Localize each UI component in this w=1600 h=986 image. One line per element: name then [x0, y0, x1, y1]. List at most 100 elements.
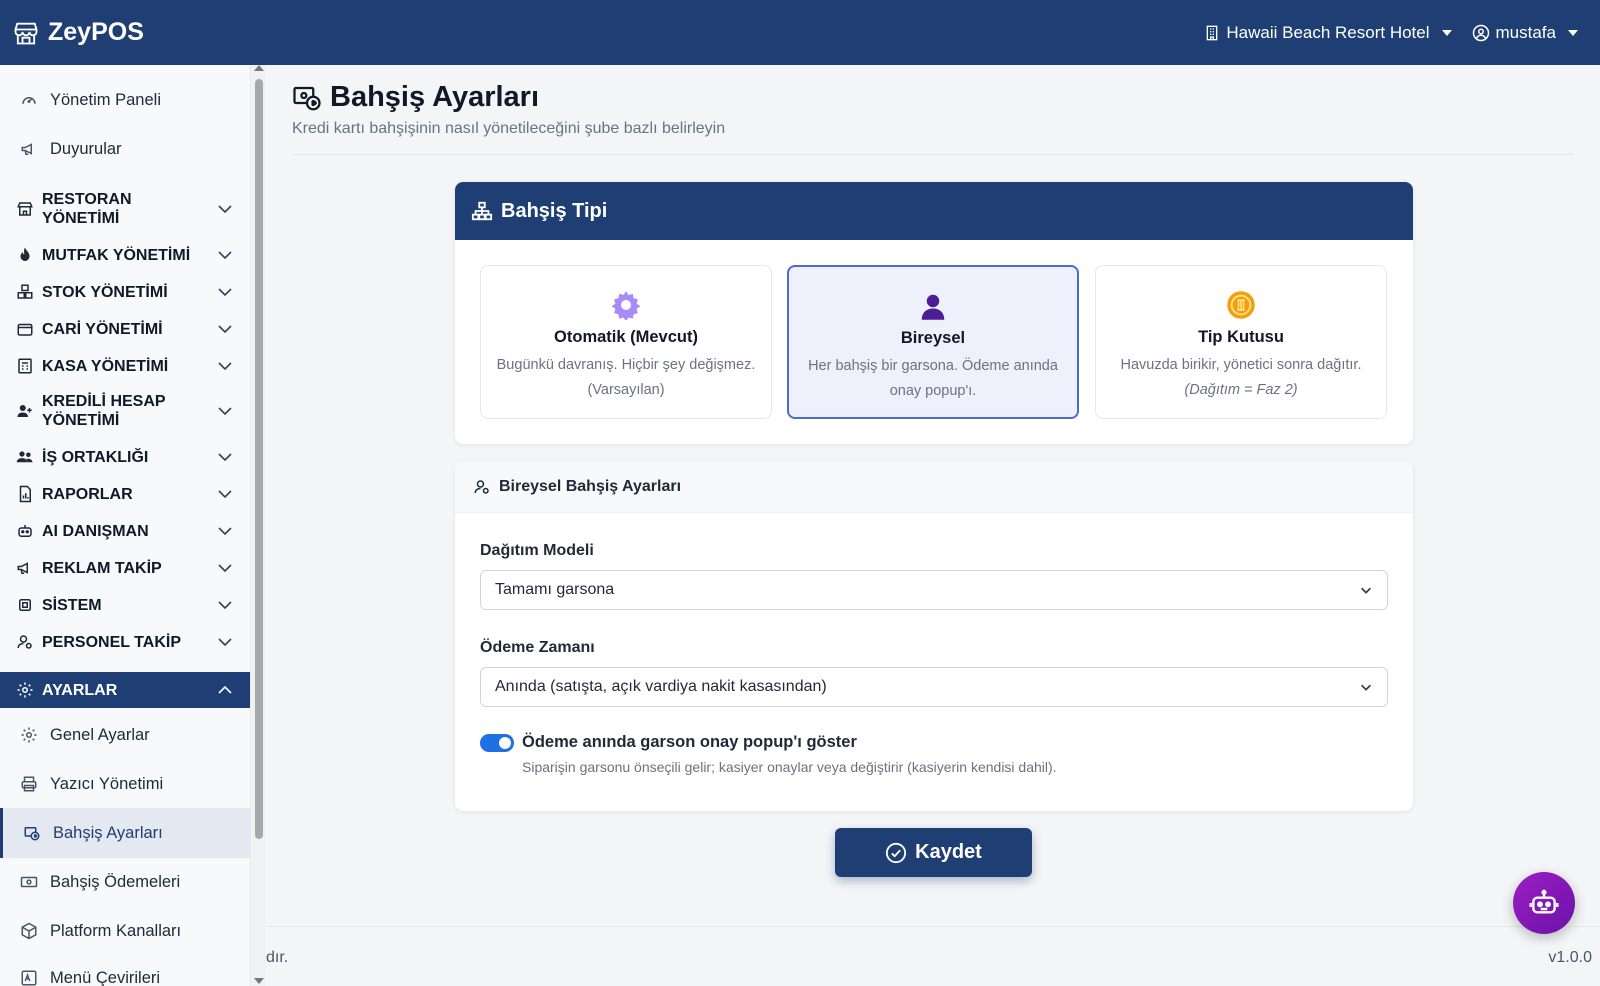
chevron-down-icon	[218, 527, 232, 536]
wallet-icon	[17, 323, 33, 336]
payment-time-select[interactable]: Anında (satışta, açık vardiya nakit kasa…	[480, 667, 1388, 707]
sidebar-item-menu-translations[interactable]: Menü Çevirileri	[0, 953, 250, 986]
sidebar-group-label: AI DANIŞMAN	[42, 522, 149, 540]
robot-icon	[1529, 889, 1559, 914]
sidebar-group-ad-tracking[interactable]: REKLAM TAKİP	[0, 555, 250, 581]
sidebar-group-label: KASA YÖNETİMİ	[42, 357, 169, 375]
sidebar-group-settings[interactable]: AYARLAR	[0, 672, 250, 708]
tip-settings-icon	[293, 86, 321, 110]
waiter-popup-help-text: Siparişin garsonu önseçili gelir; kasiye…	[522, 759, 1057, 775]
waiter-popup-toggle[interactable]	[480, 733, 514, 752]
tip-option-title: Otomatik (Mevcut)	[554, 328, 698, 346]
report-icon	[19, 485, 31, 503]
scroll-up-icon[interactable]	[254, 65, 264, 71]
chevron-down-icon	[218, 251, 232, 260]
sidebar-item-tip-settings[interactable]: Bahşiş Ayarları	[0, 808, 250, 858]
cpu-icon	[19, 599, 31, 611]
save-button-label: Kaydet	[915, 841, 982, 863]
sidebar-item-announcements[interactable]: Duyurular	[0, 124, 250, 174]
tip-type-card: Bahşiş Tipi Otomatik (Mevcut) Bugünkü da…	[455, 182, 1413, 444]
user-gear-icon	[474, 479, 489, 494]
sidebar-group-label: AYARLAR	[42, 681, 118, 699]
sidebar-group-kitchen[interactable]: MUTFAK YÖNETİMİ	[0, 242, 250, 268]
main-content: Bahşiş Ayarları Kredi kartı bahşişinin n…	[266, 65, 1600, 926]
user-credit-icon	[17, 405, 32, 417]
sidebar-group-cashbox[interactable]: KASA YÖNETİMİ	[0, 353, 250, 379]
chevron-down-icon	[218, 407, 232, 416]
calculator-icon	[18, 358, 32, 374]
sidebar-group-system[interactable]: SİSTEM	[0, 592, 250, 618]
tip-option-title: Bireysel	[900, 329, 966, 347]
megaphone-icon	[17, 562, 28, 574]
page-title-text: Bahşiş Ayarları	[330, 81, 540, 113]
chevron-down-icon	[1361, 684, 1371, 691]
boxes-icon	[17, 284, 33, 299]
tip-settings-icon	[24, 827, 40, 841]
tip-option-desc-line1: Her bahşiş bir garsona. Ödeme anında	[808, 358, 1058, 374]
tip-option-automatic[interactable]: Otomatik (Mevcut) Bugünkü davranış. Hiçb…	[480, 265, 772, 419]
sidebar-group-ai-advisor[interactable]: AI DANIŞMAN	[0, 518, 250, 544]
chevron-down-icon	[218, 288, 232, 297]
sidebar-group-accounts[interactable]: CARİ YÖNETİMİ	[0, 316, 250, 342]
gear-icon	[611, 291, 641, 320]
sidebar-group-partnership[interactable]: İŞ ORTAKLIĞI	[0, 444, 250, 470]
sidebar-item-label: Platform Kanalları	[50, 921, 182, 940]
sidebar-item-label: Duyurular	[50, 139, 122, 158]
robot-icon	[18, 525, 32, 537]
tip-option-tip-box[interactable]: Tip Kutusu Havuzda birikir, yönetici son…	[1095, 265, 1387, 419]
ai-assistant-button[interactable]	[1513, 872, 1575, 934]
sidebar-group-reports[interactable]: RAPORLAR	[0, 481, 250, 507]
chevron-down-icon	[218, 490, 232, 499]
sidebar-item-dashboard[interactable]: Yönetim Paneli	[0, 75, 250, 125]
tip-option-individual[interactable]: Bireysel Her bahşiş bir garsona. Ödeme a…	[787, 265, 1079, 419]
scroll-down-icon[interactable]	[254, 978, 264, 984]
scrollbar-thumb[interactable]	[255, 79, 263, 839]
sidebar-group-stock[interactable]: STOK YÖNETİMİ	[0, 279, 250, 305]
user-dropdown[interactable]: mustafa	[1472, 23, 1578, 43]
sidebar-item-tip-payments[interactable]: Bahşiş Ödemeleri	[0, 857, 250, 907]
user-name: mustafa	[1495, 22, 1556, 42]
payment-time-value: Anında (satışta, açık vardiya nakit kasa…	[495, 678, 827, 695]
sidebar-group-credit-accounts[interactable]: KREDİLİ HESAP YÖNETİMİ	[0, 390, 250, 432]
sidebar-group-label: CARİ YÖNETİMİ	[42, 320, 163, 338]
sidebar-item-label: Menü Çevirileri	[50, 968, 161, 986]
sidebar-item-printer-management[interactable]: Yazıcı Yönetimi	[0, 759, 250, 809]
distribution-model-select[interactable]: Tamamı garsona	[480, 570, 1388, 610]
distribution-model-value: Tamamı garsona	[495, 581, 615, 598]
brand-logo[interactable]: ZeyPOS	[12, 18, 144, 47]
chevron-down-icon	[218, 564, 232, 573]
payment-time-label: Ödeme Zamanı	[480, 639, 595, 656]
sidebar-item-platform-channels[interactable]: Platform Kanalları	[0, 906, 250, 956]
box-icon	[21, 922, 37, 940]
sidebar: Yönetim Paneli Duyurular RESTORAN YÖNETİ…	[0, 65, 251, 986]
sidebar-item-label: Yazıcı Yönetimi	[50, 774, 164, 793]
people-icon	[16, 451, 33, 463]
sidebar-scrollbar[interactable]	[252, 65, 266, 986]
waiter-popup-toggle-label: Ödeme anında garson onay popup'ı göster	[522, 733, 857, 751]
megaphone-icon	[21, 143, 32, 155]
tip-option-desc-line2: onay popup'ı.	[889, 383, 977, 399]
coin-icon	[1227, 291, 1255, 319]
chevron-down-icon	[218, 362, 232, 371]
check-circle-icon	[886, 842, 907, 863]
person-icon	[921, 294, 945, 320]
page-title: Bahşiş Ayarları	[292, 81, 1574, 114]
building-icon	[1207, 25, 1218, 40]
hotel-dropdown[interactable]: Hawaii Beach Resort Hotel	[1204, 23, 1452, 43]
individual-settings-title: Bireysel Bahşiş Ayarları	[499, 477, 682, 495]
individual-settings-header: Bireysel Bahşiş Ayarları	[455, 461, 1413, 513]
chevron-down-icon	[218, 601, 232, 610]
tip-option-desc-line2: (Varsayılan)	[587, 382, 665, 398]
sidebar-group-label: STOK YÖNETİMİ	[42, 283, 168, 301]
sidebar-group-staff-tracking[interactable]: PERSONEL TAKİP	[0, 629, 250, 655]
distribution-model-label: Dağıtım Modeli	[480, 542, 594, 559]
caret-down-icon	[1441, 29, 1452, 36]
fire-icon	[20, 247, 30, 261]
sidebar-group-label: RAPORLAR	[42, 485, 133, 503]
sidebar-item-general-settings[interactable]: Genel Ayarlar	[0, 710, 250, 760]
sitemap-icon	[471, 201, 493, 221]
gear-icon	[21, 727, 37, 743]
sidebar-group-restaurant[interactable]: RESTORAN YÖNETİMİ	[0, 188, 250, 230]
save-button[interactable]: Kaydet	[835, 828, 1032, 877]
caret-down-icon	[1568, 29, 1578, 36]
